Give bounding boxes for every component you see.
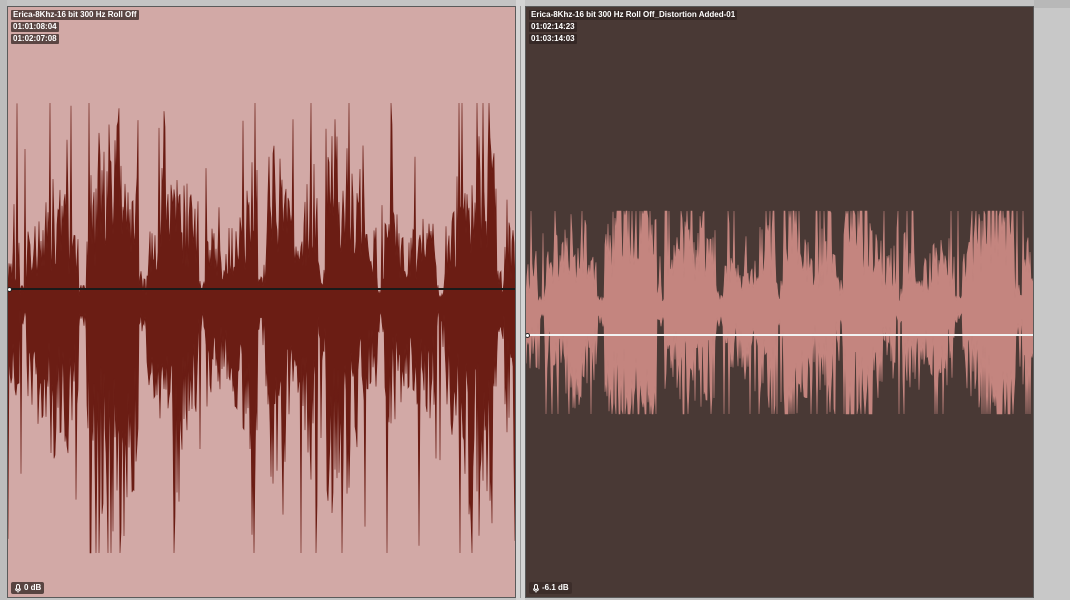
edit-window-timeline: Erica-8Khz-16 bit 300 Hz Roll Off 01:01:… xyxy=(0,0,1070,600)
microphone-icon xyxy=(533,583,539,593)
clip-name: Erica-8Khz-16 bit 300 Hz Roll Off xyxy=(11,10,139,20)
clip-gain-value: -6.1 dB xyxy=(542,583,569,592)
clip-end-time: 01:03:14:03 xyxy=(529,34,577,44)
waveform-distortion xyxy=(526,210,1033,415)
clip-name: Erica-8Khz-16 bit 300 Hz Roll Off_Distor… xyxy=(529,10,738,20)
clip-start-time: 01:01:08:04 xyxy=(11,22,59,32)
clip-gain-node-original[interactable] xyxy=(8,287,12,292)
clip-gain-line-distortion[interactable] xyxy=(526,334,1033,336)
clip-info-distortion: Erica-8Khz-16 bit 300 Hz Roll Off_Distor… xyxy=(529,10,738,44)
track-left-edge xyxy=(0,0,7,600)
clip-start-time: 01:02:14:23 xyxy=(529,22,577,32)
clip-divider xyxy=(516,0,525,600)
waveform-original xyxy=(8,102,515,554)
track-right-edge xyxy=(1034,0,1070,600)
audio-clip-original[interactable]: Erica-8Khz-16 bit 300 Hz Roll Off 01:01:… xyxy=(7,6,516,598)
clip-gain-line-original[interactable] xyxy=(8,288,515,290)
clip-gain-value: 0 dB xyxy=(24,583,42,592)
clip-end-time: 01:02:07:08 xyxy=(11,34,59,44)
clip-gain-badge-distortion[interactable]: -6.1 dB xyxy=(529,582,572,594)
clip-gain-badge-original[interactable]: 0 dB xyxy=(11,582,45,594)
microphone-icon xyxy=(15,583,21,593)
clip-info-original: Erica-8Khz-16 bit 300 Hz Roll Off 01:01:… xyxy=(11,10,139,44)
clip-gain-node-distortion[interactable] xyxy=(526,333,530,338)
audio-clip-distortion[interactable]: Erica-8Khz-16 bit 300 Hz Roll Off_Distor… xyxy=(525,6,1034,598)
